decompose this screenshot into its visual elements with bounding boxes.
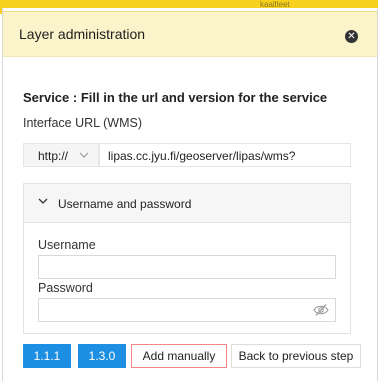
add-manually-button[interactable]: Add manually — [131, 344, 227, 368]
username-label: Username — [38, 238, 96, 252]
credentials-panel-title: Username and password — [58, 197, 192, 211]
version-1-3-0-button[interactable]: 1.3.0 — [78, 344, 126, 368]
service-heading: Service : Fill in the url and version fo… — [23, 90, 328, 105]
layer-admin-dialog: Layer administration ✕ Service : Fill in… — [2, 8, 378, 381]
credentials-panel: Username and password Username Password — [23, 183, 351, 334]
back-to-previous-step-button[interactable]: Back to previous step — [231, 344, 361, 368]
version-1-1-1-button[interactable]: 1.1.1 — [23, 344, 71, 368]
username-field[interactable] — [38, 255, 336, 279]
url-value: lipas.cc.jyu.fi/geoserver/lipas/wms? — [108, 149, 296, 163]
dialog-titlebar: Layer administration ✕ — [3, 11, 377, 57]
chevron-down-icon — [79, 147, 89, 166]
close-icon[interactable]: ✕ — [345, 30, 358, 43]
dialog-title: Layer administration — [19, 26, 146, 42]
password-label: Password — [38, 281, 93, 295]
chevron-down-icon — [38, 196, 48, 209]
protocol-select[interactable]: http:// — [23, 143, 99, 167]
url-input[interactable]: lipas.cc.jyu.fi/geoserver/lipas/wms? — [99, 143, 351, 167]
interface-url-label: Interface URL (WMS) — [23, 116, 143, 130]
password-field[interactable] — [38, 298, 336, 322]
protocol-value: http:// — [38, 149, 69, 163]
credentials-panel-header[interactable]: Username and password — [24, 184, 350, 223]
eye-slash-icon[interactable] — [313, 303, 329, 317]
